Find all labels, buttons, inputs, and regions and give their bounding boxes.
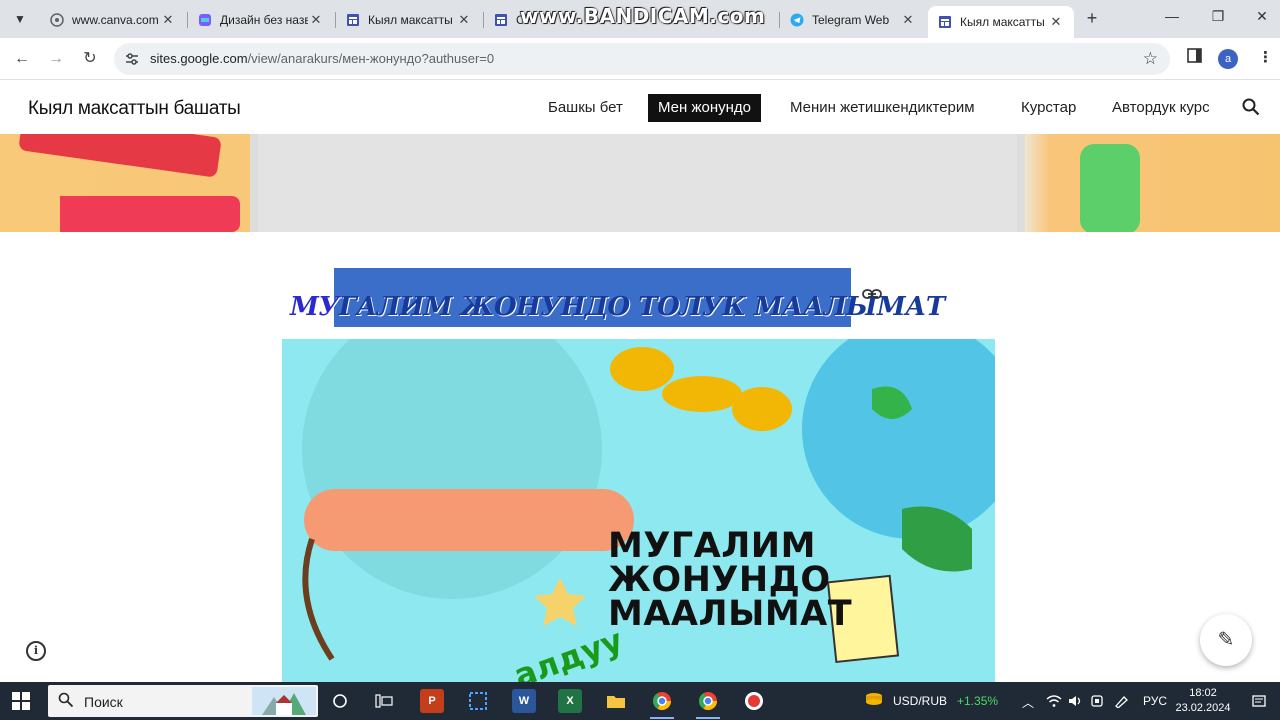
telegram-icon (790, 13, 804, 27)
canva-icon (198, 13, 212, 27)
tab-title: Кыял максатты (368, 13, 453, 27)
system-clock[interactable]: 18:02 23.02.2024 (1168, 686, 1238, 716)
site-header: Кыял максаттын башаты Башкы бет Мен жону… (0, 80, 1280, 134)
nav-author-course[interactable]: Автордук курс (1102, 94, 1220, 122)
nav-achievements[interactable]: Менин жетишкендиктерим (780, 94, 985, 122)
search-icon (58, 692, 74, 712)
nav-about-me[interactable]: Мен жонундо (648, 94, 761, 122)
more-menu-icon[interactable]: ⋮ (1258, 48, 1273, 66)
notification-icon[interactable] (1252, 694, 1266, 711)
url-text: sites.google.com/view/anarakurs/мен-жону… (150, 51, 494, 66)
tab-canva-home[interactable]: www.canva.com ✕ (40, 6, 186, 34)
sites-icon (494, 13, 508, 27)
file-explorer-icon[interactable] (604, 689, 628, 713)
currency-pair[interactable]: USD/RUB (893, 694, 947, 708)
task-view-icon[interactable] (372, 689, 396, 713)
bookmark-star-icon[interactable]: ☆ (1143, 49, 1158, 69)
wifi-icon[interactable] (1046, 694, 1062, 711)
page-heading[interactable]: МУГАЛИМ ЖОНУНДО ТОЛУК МААЛЫМАТ (290, 292, 945, 322)
task-view-circle-icon[interactable] (328, 689, 352, 713)
teacher-info-image: МУГАЛИМ ЖОНУНДО МААЛЫМАТ алдуу (282, 339, 995, 682)
close-icon[interactable]: ✕ (160, 12, 176, 28)
windows-taskbar: Поиск P W X USD/RUB +1.35% ︿ РУС 18:02 2… (0, 682, 1280, 720)
search-highlight-icon (252, 687, 316, 715)
close-icon[interactable]: ✕ (456, 12, 472, 28)
tab-site-active[interactable]: Кыял максатты ✕ (928, 6, 1074, 38)
chevron-up-icon[interactable]: ︿ (1022, 694, 1034, 711)
tab-search-button[interactable]: ▼ (8, 7, 32, 31)
pen-icon[interactable] (1114, 694, 1130, 711)
profile-avatar[interactable]: a (1218, 49, 1238, 69)
heading-prefix: МУ (290, 292, 339, 322)
tab-canva-design[interactable]: Дизайн без назв ✕ (188, 6, 334, 34)
pencil-icon: ✎ (1217, 629, 1235, 651)
word-icon[interactable]: W (512, 689, 536, 713)
site-info-icon[interactable] (124, 51, 140, 67)
chrome-icon[interactable] (696, 689, 720, 713)
tab-telegram[interactable]: Telegram Web ✕ (780, 6, 926, 34)
battery-icon[interactable] (1090, 694, 1104, 711)
tab-title: Дизайн без назв (220, 13, 308, 27)
chrome-icon[interactable] (650, 689, 674, 713)
input-language[interactable]: РУС (1143, 694, 1167, 708)
taskbar-search-box[interactable]: Поиск (48, 685, 318, 717)
powerpoint-icon[interactable]: P (420, 689, 444, 713)
forward-arrow-icon[interactable]: → (44, 47, 68, 71)
url-path: /view/anarakurs/мен-жонундо?authuser=0 (247, 51, 495, 66)
snipping-tool-icon[interactable] (466, 689, 490, 713)
header-banner-image (0, 134, 1280, 232)
bandicam-record-icon[interactable] (742, 689, 766, 713)
sites-icon (938, 15, 952, 29)
close-icon[interactable]: ✕ (900, 12, 916, 28)
active-app-indicator (650, 717, 674, 719)
pencil-decoration (60, 196, 240, 232)
back-arrow-icon[interactable]: ← (10, 47, 34, 71)
chevron-down-icon: ▼ (14, 12, 26, 26)
globe-icon (50, 13, 64, 27)
currency-coins-icon (864, 690, 884, 713)
image-title: МУГАЛИМ ЖОНУНДО МААЛЫМАТ (608, 526, 853, 634)
side-panel-icon[interactable] (1187, 48, 1202, 67)
crayon-decoration (18, 134, 222, 178)
ruler-decoration (1080, 144, 1140, 232)
clock-time: 18:02 (1189, 687, 1217, 699)
tab-site-1[interactable]: Кыял максатты ✕ (336, 6, 482, 34)
image-title-line: ЖОНУНДО (608, 560, 831, 600)
taskbar-search-placeholder: Поиск (84, 694, 123, 710)
close-window-icon[interactable]: ✕ (1250, 8, 1274, 28)
clock-date: 23.02.2024 (1175, 702, 1231, 714)
sites-icon (346, 13, 360, 27)
restore-icon[interactable]: ❐ (1206, 8, 1230, 28)
whiteboard-decoration (250, 134, 1025, 232)
url-host: sites.google.com (150, 51, 248, 66)
tab-title: www.canva.com (72, 13, 159, 27)
excel-icon[interactable]: X (558, 689, 582, 713)
site-title[interactable]: Кыял максаттын башаты (28, 98, 241, 120)
nav-courses[interactable]: Курстар (1011, 94, 1086, 122)
currency-change: +1.35% (957, 694, 999, 708)
link-icon[interactable] (862, 287, 882, 307)
browser-toolbar: ← → ↻ sites.google.com/view/anarakurs/ме… (0, 38, 1280, 80)
edit-pencil-button[interactable]: ✎ (1200, 614, 1252, 666)
heading-selected-text: ГАЛИМ ЖОНУНДО ТОЛУК МААЛЫМАТ (338, 292, 945, 322)
minimize-icon[interactable]: — (1160, 8, 1184, 28)
close-icon[interactable]: ✕ (1048, 14, 1064, 30)
tab-title: Telegram Web (812, 13, 890, 27)
tab-strip: ▼ www.canva.com ✕ Дизайн без назв ✕ Кыял… (0, 0, 1280, 38)
recording-watermark: www.BANDICAM.com (520, 4, 766, 28)
tab-title: Кыял максатты (960, 15, 1045, 29)
reload-icon[interactable]: ↻ (78, 47, 102, 71)
image-title-line: МУГАЛИМ (608, 526, 816, 566)
image-title-line: МААЛЫМАТ (608, 594, 853, 634)
info-icon[interactable]: i (26, 641, 46, 661)
active-app-indicator (696, 717, 720, 719)
address-bar[interactable]: sites.google.com/view/anarakurs/мен-жону… (114, 43, 1170, 75)
new-tab-button[interactable]: + (1082, 8, 1102, 28)
nav-home[interactable]: Башкы бет (538, 94, 633, 122)
close-icon[interactable]: ✕ (308, 12, 324, 28)
windows-start-icon[interactable] (12, 692, 30, 710)
volume-icon[interactable] (1068, 694, 1084, 711)
search-icon[interactable] (1242, 98, 1260, 121)
